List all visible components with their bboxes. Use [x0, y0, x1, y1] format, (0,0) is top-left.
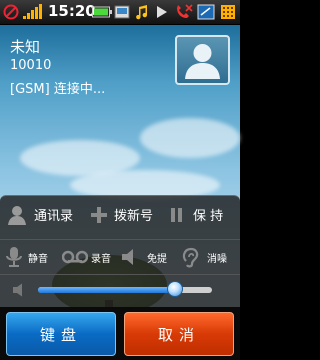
cloud — [140, 118, 240, 158]
microphone-icon — [6, 247, 22, 267]
volume-icon — [13, 283, 22, 297]
music-icon — [136, 5, 148, 20]
volume-slider-fill — [38, 287, 175, 293]
ear-icon — [182, 247, 199, 268]
no-sim-icon — [3, 4, 19, 20]
add-call-button[interactable]: 拨新号 — [90, 198, 160, 231]
status-bar: 15:20 — [0, 0, 240, 25]
volume-slider[interactable] — [38, 281, 212, 297]
speakerphone-label: 免提 — [147, 253, 167, 265]
keypad-button[interactable]: 键盘 — [6, 312, 116, 356]
record-button[interactable]: 录音 — [62, 240, 118, 274]
add-call-label: 拨新号 — [114, 209, 154, 224]
volume-slider-handle[interactable] — [167, 281, 183, 297]
caller-name: 未知 — [10, 38, 41, 56]
mute-label: 静音 — [28, 253, 48, 265]
pause-icon — [171, 207, 182, 222]
speakerphone-button[interactable]: 免提 — [120, 240, 178, 274]
person-icon — [185, 44, 220, 79]
caller-number: 10010 — [10, 58, 52, 73]
call-actions-row: 通讯录 拨新号 保 持 — [0, 198, 240, 231]
volume-row — [0, 274, 240, 305]
status-time: 15:20 — [48, 2, 96, 20]
play-icon — [157, 6, 167, 18]
sms-icon — [114, 5, 130, 19]
contacts-icon — [8, 205, 26, 225]
contact-avatar — [175, 35, 230, 85]
signal-icon — [23, 4, 42, 19]
tape-recorder-icon — [62, 250, 88, 264]
hold-label: 保 持 — [193, 209, 224, 224]
noise-reduction-button[interactable]: 消噪 — [180, 240, 238, 274]
contacts-button[interactable]: 通讯录 — [6, 198, 84, 231]
call-status: [GSM] 连接中... — [10, 82, 106, 97]
hold-button[interactable]: 保 持 — [170, 198, 236, 231]
missed-call-icon — [177, 4, 193, 18]
record-label: 录音 — [91, 253, 111, 265]
noise-reduction-label: 消噪 — [207, 253, 227, 265]
mute-button[interactable]: 静音 — [4, 240, 60, 274]
contacts-label: 通讯录 — [34, 209, 74, 224]
speaker-icon — [122, 249, 133, 265]
cancel-button[interactable]: 取消 — [124, 312, 234, 356]
battery-icon — [92, 6, 112, 18]
plus-icon — [91, 206, 107, 223]
memory-card-icon — [197, 4, 215, 20]
grid-icon — [221, 5, 235, 19]
audio-options-row: 静音 录音 免提 消噪 — [0, 239, 240, 274]
